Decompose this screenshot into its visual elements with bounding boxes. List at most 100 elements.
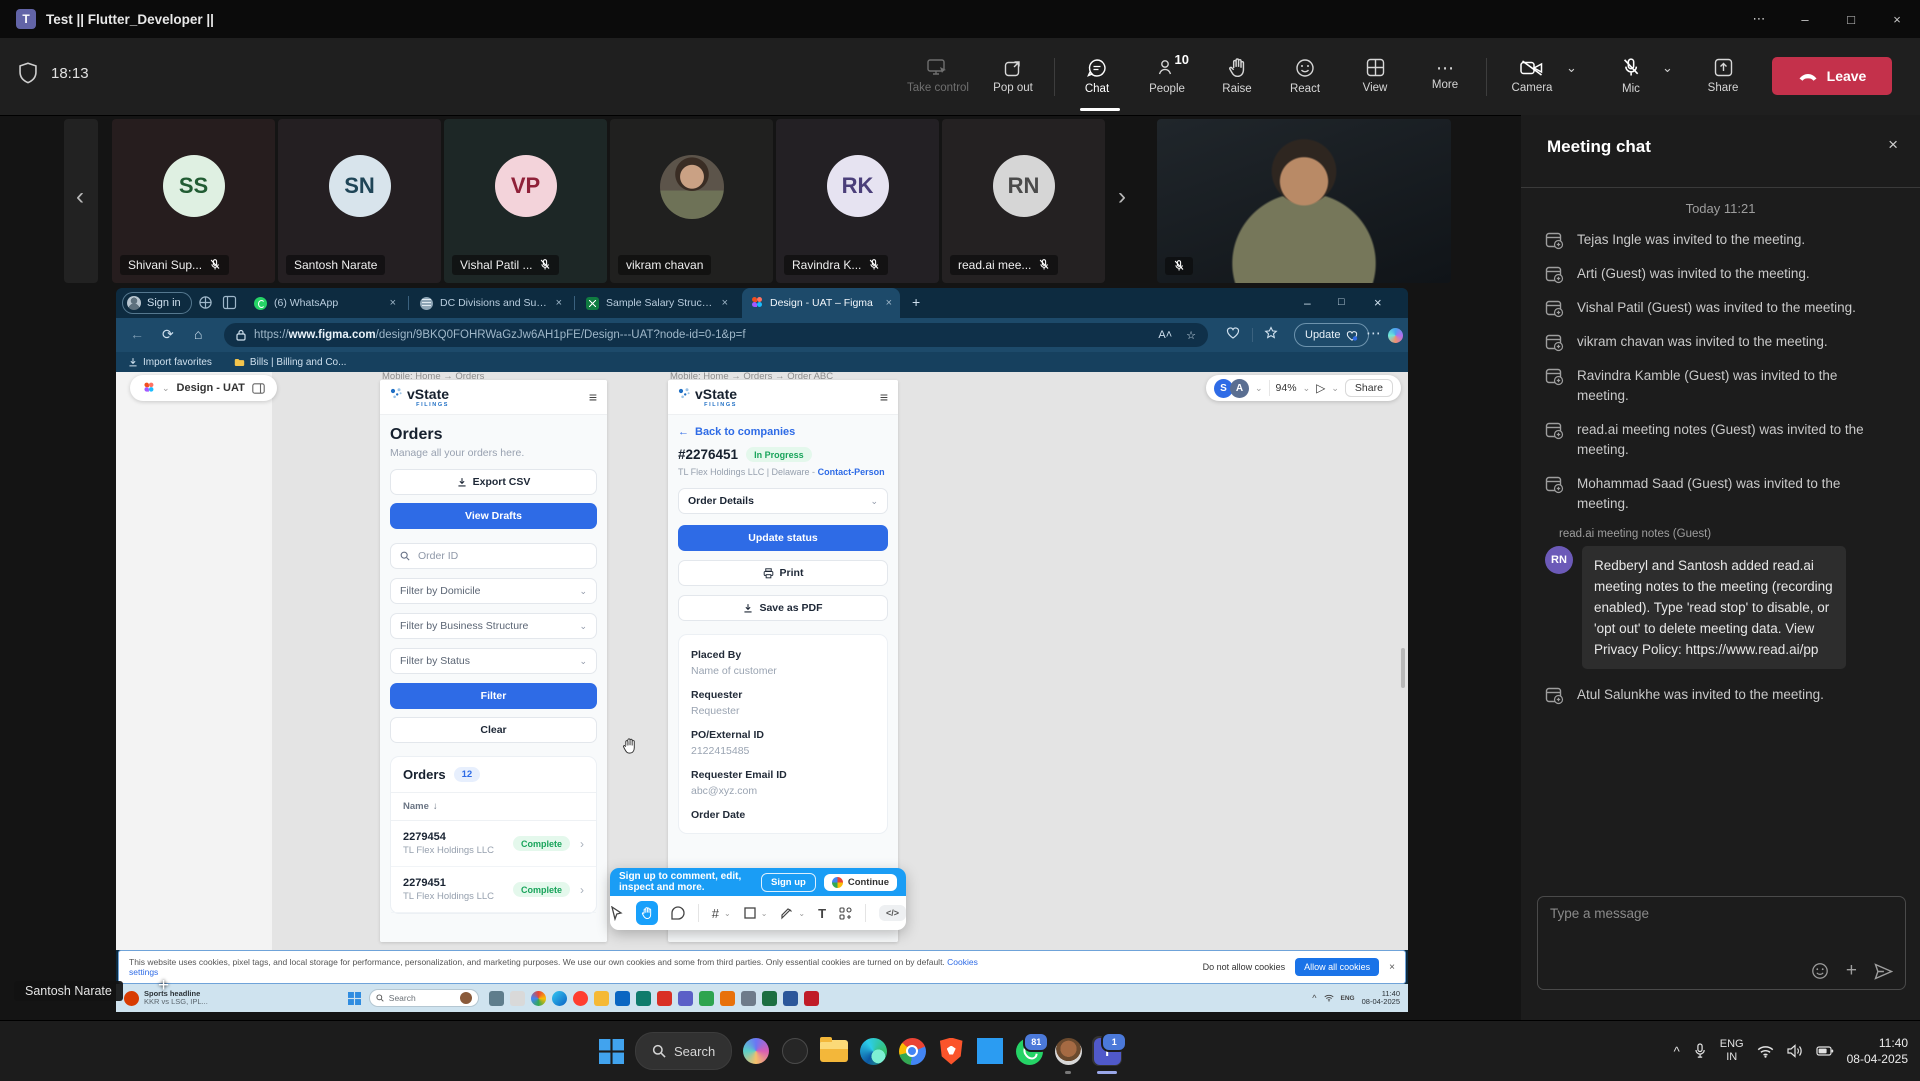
volume-icon[interactable] (1787, 1044, 1803, 1058)
app-icon[interactable] (636, 991, 651, 1006)
browser-restore-icon[interactable]: □ (1338, 296, 1345, 308)
tray-clock[interactable]: 11:4008-04-2025 (1847, 1035, 1908, 1067)
tray-clock[interactable]: 11:4008-04-2025 (1362, 990, 1400, 1007)
tab-close-icon[interactable]: × (556, 297, 562, 309)
app-icon[interactable] (489, 991, 504, 1006)
emoji-icon[interactable] (1811, 962, 1829, 980)
figma-canvas[interactable]: Mobile: Home → Orders Mobile: Home → Ord… (116, 372, 1408, 950)
chrome-profile-icon[interactable] (1053, 1036, 1083, 1066)
filter-status-dropdown[interactable]: Filter by Status⌄ (390, 648, 597, 674)
browser-tab-figma-active[interactable]: Design - UAT – Figma × (742, 288, 900, 318)
excel-icon[interactable] (762, 991, 777, 1006)
filter-button[interactable]: Filter (390, 683, 597, 709)
refresh-icon[interactable]: ⟳ (162, 326, 174, 342)
contact-person-link[interactable]: Contact-Person (818, 467, 885, 477)
cookie-close-icon[interactable]: × (1389, 962, 1395, 973)
favorite-star-icon[interactable]: ☆ (1186, 329, 1196, 342)
browser-essentials-icon[interactable] (1226, 326, 1240, 340)
participant-tile[interactable]: vikram chavan (610, 119, 773, 283)
update-status-button[interactable]: Update status (678, 525, 888, 551)
read-aloud-icon[interactable]: A˄ (1158, 329, 1172, 341)
chat-button[interactable]: Chat (1068, 44, 1126, 108)
move-tool-icon[interactable] (610, 906, 623, 921)
tab-close-icon[interactable]: × (886, 297, 892, 309)
dev-mode-toggle[interactable]: </> (879, 905, 906, 921)
people-button[interactable]: 10 People (1136, 44, 1198, 108)
chrome-icon[interactable] (531, 991, 546, 1006)
copilot-icon[interactable] (741, 1036, 771, 1066)
print-button[interactable]: Print (678, 560, 888, 586)
mic-button[interactable]: Mic (1608, 44, 1654, 108)
close-button[interactable]: × (1874, 0, 1920, 38)
workspaces-icon[interactable] (198, 295, 213, 310)
filter-structure-dropdown[interactable]: Filter by Business Structure⌄ (390, 613, 597, 639)
browser-minimize-icon[interactable]: – (1304, 296, 1311, 310)
shape-tool-icon[interactable] (744, 907, 756, 919)
shared-search-box[interactable]: Search (369, 989, 479, 1007)
collaborator-avatar[interactable]: A (1230, 379, 1249, 398)
home-icon[interactable]: ⌂ (194, 326, 202, 342)
frame-tool-icon[interactable]: # (712, 906, 719, 921)
start-button[interactable] (596, 1036, 626, 1066)
word-icon[interactable] (783, 991, 798, 1006)
signup-button[interactable]: Sign up (761, 873, 816, 892)
edge-icon[interactable] (552, 991, 567, 1006)
pdf-icon[interactable] (804, 991, 819, 1006)
new-tab-button[interactable]: + (912, 294, 920, 310)
app-icon[interactable] (510, 991, 525, 1006)
react-button[interactable]: React (1276, 44, 1334, 108)
camera-button[interactable]: Camera (1502, 44, 1562, 108)
frame-tool-chevron[interactable]: ⌄ (724, 909, 731, 918)
present-chevron[interactable]: ⌄ (1331, 383, 1339, 394)
raise-hand-button[interactable]: Raise (1208, 44, 1266, 108)
tray-expand-icon[interactable]: ^ (1674, 1044, 1680, 1059)
allow-cookies-button[interactable]: Allow all cookies (1295, 958, 1379, 976)
layout-panel-icon[interactable] (252, 383, 265, 394)
tab-close-icon[interactable]: × (390, 297, 396, 309)
file-menu-chevron[interactable]: ⌄ (162, 383, 170, 394)
maximize-button[interactable]: □ (1828, 0, 1874, 38)
order-row[interactable]: 2279451 TL Flex Holdings LLC Complete › (391, 867, 596, 913)
order-id-search[interactable] (390, 543, 597, 569)
filter-domicile-dropdown[interactable]: Filter by Domicile⌄ (390, 578, 597, 604)
send-icon[interactable] (1874, 963, 1893, 980)
canvas-scrollbar[interactable] (1401, 648, 1405, 688)
actions-tool-icon[interactable] (839, 907, 852, 920)
export-csv-button[interactable]: Export CSV (390, 469, 597, 495)
folder-icon[interactable] (594, 991, 609, 1006)
shared-taskbar-apps[interactable] (489, 991, 819, 1006)
wifi-icon[interactable] (1757, 1045, 1774, 1058)
chat-close-icon[interactable]: × (1888, 135, 1898, 155)
collaborators-chevron[interactable]: ⌄ (1255, 383, 1263, 394)
chrome-icon[interactable] (897, 1036, 927, 1066)
hamburger-menu-icon[interactable]: ≡ (589, 389, 597, 405)
camera-options-chevron[interactable]: ⌄ (1566, 60, 1577, 76)
comment-tool-icon[interactable] (671, 906, 685, 920)
share-button[interactable]: Share (1694, 44, 1752, 108)
browser-settings-dots-icon[interactable]: ⋯ (1366, 326, 1381, 342)
save-as-pdf-button[interactable]: Save as PDF (678, 595, 888, 621)
chat-input-box[interactable]: + (1537, 896, 1906, 990)
app-icon[interactable] (741, 991, 756, 1006)
deny-cookies-button[interactable]: Do not allow cookies (1203, 962, 1286, 972)
tray-expand-icon[interactable]: ^ (1312, 993, 1316, 1003)
pen-tool-icon[interactable] (780, 907, 793, 920)
import-favorites-button[interactable]: Import favorites (128, 357, 212, 368)
battery-icon[interactable] (1816, 1045, 1834, 1057)
shape-tool-chevron[interactable]: ⌄ (761, 909, 768, 918)
opera-icon[interactable] (573, 991, 588, 1006)
tray-mic-icon[interactable] (1693, 1043, 1707, 1059)
browser-close-icon[interactable]: × (1374, 295, 1382, 310)
vscode-icon[interactable] (975, 1036, 1005, 1066)
collections-icon[interactable] (1264, 326, 1278, 340)
teams-icon[interactable] (678, 991, 693, 1006)
tray-language[interactable]: ENG (1341, 995, 1355, 1002)
start-button-small[interactable] (348, 992, 361, 1005)
google-continue-button[interactable]: Continue (824, 874, 897, 891)
chat-message-input[interactable] (1548, 905, 1882, 922)
scroll-right-chevron[interactable]: › (1118, 185, 1126, 209)
figma-share-button[interactable]: Share (1345, 379, 1393, 397)
teams-app-icon[interactable]: T 1 (1092, 1036, 1122, 1066)
back-to-companies-link[interactable]: ← Back to companies (678, 426, 888, 438)
participant-tile[interactable]: VP Vishal Patil ... (444, 119, 607, 283)
